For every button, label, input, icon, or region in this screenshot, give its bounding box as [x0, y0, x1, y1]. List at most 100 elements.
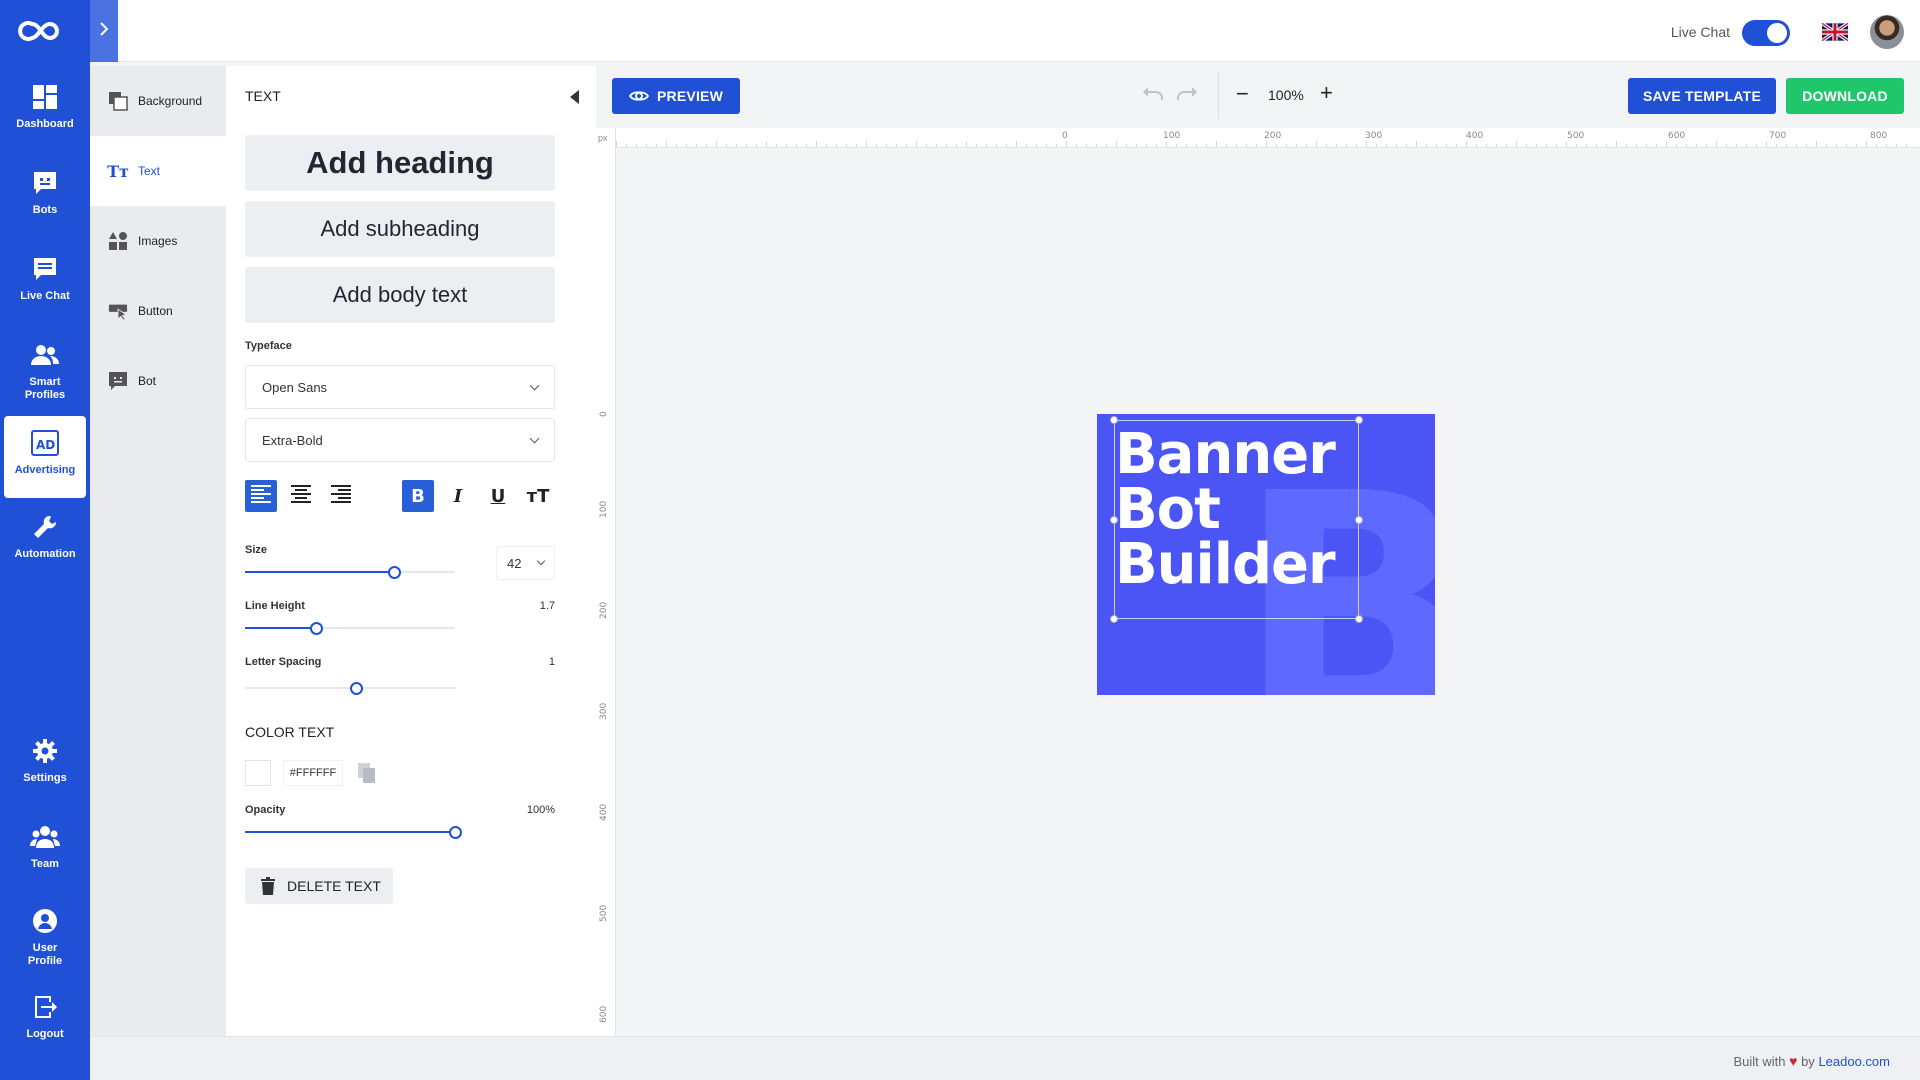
align-center-button[interactable] [285, 480, 317, 512]
ruler-tick [926, 144, 927, 147]
resize-handle[interactable] [1110, 615, 1118, 623]
add-heading-button[interactable]: Add heading [245, 135, 555, 191]
slider-thumb[interactable] [310, 622, 323, 635]
ruler-tick [816, 141, 817, 147]
category-text[interactable]: Tт Text [90, 136, 226, 206]
canvas-toolbar: PREVIEW − 100% + SAVE TEMPLATE DOWNLOAD [596, 66, 1920, 126]
resize-handle[interactable] [1355, 416, 1363, 424]
underline-button[interactable]: U [482, 480, 514, 512]
font-family-select[interactable]: Open Sans [245, 365, 555, 409]
built-with-text: Built with [1733, 1054, 1786, 1069]
zoom-out-button[interactable]: − [1236, 83, 1249, 105]
nav-item-dashboard[interactable]: Dashboard [4, 82, 86, 142]
ruler-tick [1466, 141, 1467, 147]
copy-color-icon[interactable] [357, 762, 377, 789]
redo-icon[interactable] [1176, 86, 1198, 107]
nav-item-user-profile[interactable]: User Profile [4, 906, 86, 972]
category-background[interactable]: Background [90, 66, 226, 136]
ruler-tick [946, 144, 947, 147]
ruler-tick [1326, 144, 1327, 147]
opacity-slider[interactable] [245, 824, 462, 840]
horizontal-ruler: 0 100 200 300 400 500 600 700 800 [616, 128, 1920, 148]
category-button[interactable]: Button [90, 276, 226, 346]
ruler-tick [1516, 141, 1517, 147]
ruler-tick [1226, 144, 1227, 147]
ruler-tick [1506, 144, 1507, 147]
nav-label: Smart Profiles [24, 376, 66, 402]
delete-text-button[interactable]: DELETE TEXT [245, 868, 393, 904]
avatar[interactable] [1870, 15, 1904, 49]
line-height-slider[interactable] [245, 620, 455, 636]
ruler-tick [836, 144, 837, 147]
color-hex-input[interactable]: #FFFFFF [283, 760, 343, 786]
nav-item-automation[interactable]: Automation [4, 512, 86, 572]
element-categories: Background Tт Text Images Button Bot [90, 66, 226, 1036]
category-label: Button [138, 304, 173, 318]
ruler-tick [616, 141, 617, 147]
uk-flag-icon[interactable] [1821, 21, 1849, 43]
letter-spacing-value: 1 [548, 656, 555, 668]
ruler-tick [886, 144, 887, 147]
download-button[interactable]: DOWNLOAD [1786, 78, 1904, 114]
text-transform-button[interactable]: тT [522, 480, 554, 512]
category-bot[interactable]: Bot [90, 346, 226, 416]
ruler-tick [1256, 144, 1257, 147]
letter-spacing-slider[interactable] [245, 680, 455, 696]
add-body-text-button[interactable]: Add body text [245, 267, 555, 323]
leadoo-logo-icon[interactable] [0, 0, 90, 62]
line-height-value: 1.7 [539, 600, 555, 612]
zoom-in-button[interactable]: + [1320, 82, 1333, 104]
live-chat-toggle[interactable] [1742, 20, 1790, 46]
italic-button[interactable]: I [442, 480, 474, 512]
ruler-tick [1736, 144, 1737, 147]
font-weight-select[interactable]: Extra-Bold [245, 418, 555, 462]
add-subheading-button[interactable]: Add subheading [245, 201, 555, 257]
ruler-tick [1066, 141, 1067, 147]
nav-item-team[interactable]: Team [4, 822, 86, 882]
nav-item-live-chat[interactable]: Live Chat [4, 254, 86, 314]
align-right-button[interactable] [325, 480, 357, 512]
resize-handle[interactable] [1355, 615, 1363, 623]
text-selection-box[interactable] [1110, 416, 1363, 623]
ruler-tick [776, 144, 777, 147]
ruler-tick [1786, 144, 1787, 147]
ruler-tick [1596, 144, 1597, 147]
collapse-panel-icon[interactable] [570, 90, 579, 104]
ruler-tick-label: 400 [599, 803, 609, 821]
bold-button[interactable]: B [402, 480, 434, 512]
resize-handle[interactable] [1110, 516, 1118, 524]
align-left-button[interactable] [245, 480, 277, 512]
trash-icon [261, 877, 275, 895]
ruler-tick [936, 144, 937, 147]
ruler-tick-label: 500 [1567, 131, 1585, 141]
nav-item-settings[interactable]: Settings [4, 736, 86, 796]
expand-nav-button[interactable] [90, 0, 118, 62]
ruler-tick [1396, 144, 1397, 147]
nav-item-smart-profiles[interactable]: Smart Profiles [4, 340, 86, 406]
slider-thumb[interactable] [449, 826, 462, 839]
nav-item-bots[interactable]: Bots [4, 168, 86, 228]
resize-handle[interactable] [1110, 416, 1118, 424]
resize-handle[interactable] [1355, 516, 1363, 524]
nav-item-advertising[interactable]: AD Advertising [4, 416, 86, 498]
save-template-button[interactable]: SAVE TEMPLATE [1628, 78, 1776, 114]
chevron-right-icon [99, 21, 109, 41]
slider-thumb[interactable] [388, 566, 401, 579]
ruler-tick [646, 144, 647, 147]
slider-thumb[interactable] [350, 682, 363, 695]
leadoo-link[interactable]: Leadoo.com [1818, 1054, 1890, 1069]
preview-button[interactable]: PREVIEW [612, 78, 740, 114]
size-slider[interactable] [245, 564, 455, 580]
ruler-tick [856, 144, 857, 147]
size-select[interactable]: 42 [496, 546, 555, 580]
category-images[interactable]: Images [90, 206, 226, 276]
users-icon [30, 340, 60, 370]
ruler-tick [1626, 144, 1627, 147]
nav-item-logout[interactable]: Logout [4, 992, 86, 1052]
ruler-tick [1096, 144, 1097, 147]
undo-icon[interactable] [1142, 86, 1164, 107]
color-swatch[interactable] [245, 760, 271, 786]
align-left-icon [251, 484, 271, 508]
ruler-tick [986, 144, 987, 147]
ruler-tick [896, 144, 897, 147]
